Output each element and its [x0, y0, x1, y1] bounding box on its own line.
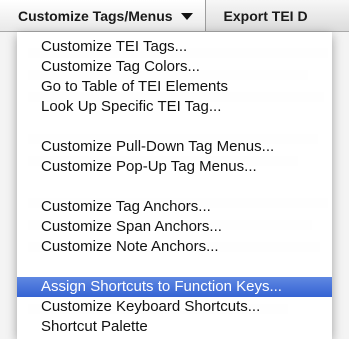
menu-bar: Customize Tags/Menus Export TEI D: [0, 0, 349, 32]
menu-item-customize-tei-tags[interactable]: Customize TEI Tags...: [17, 37, 332, 57]
menu-item-look-up-specific-tei-tag[interactable]: Look Up Specific TEI Tag...: [17, 97, 332, 117]
menu-item-customize-span-anchors[interactable]: Customize Span Anchors...: [17, 217, 332, 237]
menu-export-tei[interactable]: Export TEI D: [206, 0, 318, 31]
menu-separator: [17, 117, 332, 137]
menu-separator: [17, 177, 332, 197]
menu-separator: [17, 257, 332, 277]
menu-item-customize-tag-anchors[interactable]: Customize Tag Anchors...: [17, 197, 332, 217]
dropdown-menu: Customize TEI Tags... Customize Tag Colo…: [17, 32, 332, 339]
menu-item-customize-pull-down-tag-menus[interactable]: Customize Pull-Down Tag Menus...: [17, 137, 332, 157]
menu-item-customize-pop-up-tag-menus[interactable]: Customize Pop-Up Tag Menus...: [17, 157, 332, 177]
menu-customize-tags-menus[interactable]: Customize Tags/Menus: [0, 0, 206, 31]
menu-item-customize-keyboard-shortcuts[interactable]: Customize Keyboard Shortcuts...: [17, 297, 332, 317]
menu-item-customize-note-anchors[interactable]: Customize Note Anchors...: [17, 237, 332, 257]
menu-item-go-to-table-of-tei-elements[interactable]: Go to Table of TEI Elements: [17, 77, 332, 97]
menu-item-customize-tag-colors[interactable]: Customize Tag Colors...: [17, 57, 332, 77]
menu-title-label: Export TEI D: [223, 7, 308, 24]
menu-title-label: Customize Tags/Menus: [18, 7, 173, 24]
chevron-down-icon: [180, 13, 193, 20]
menu-item-shortcut-palette[interactable]: Shortcut Palette: [17, 317, 332, 337]
menu-item-assign-shortcuts-to-function-keys[interactable]: Assign Shortcuts to Function Keys...: [17, 277, 332, 297]
